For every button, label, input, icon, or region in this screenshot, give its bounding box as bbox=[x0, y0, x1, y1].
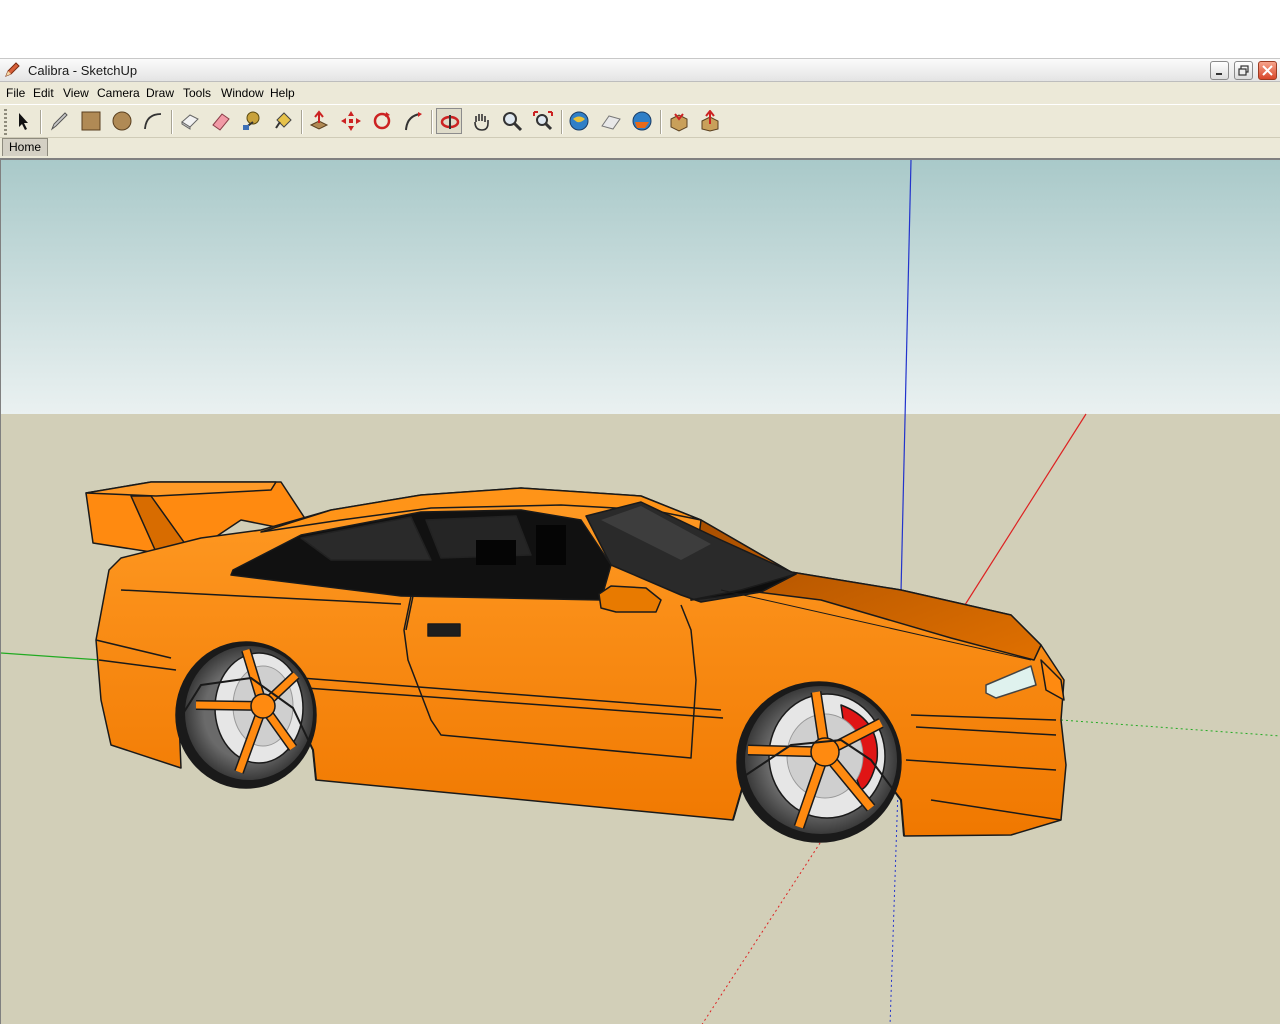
menu-bar: File Edit View Camera Draw Tools Window … bbox=[0, 83, 1280, 103]
zoom-tool-icon bbox=[503, 112, 523, 132]
share-model-button[interactable] bbox=[697, 108, 723, 134]
scene-tab-home[interactable]: Home bbox=[2, 138, 49, 156]
3d-viewport[interactable] bbox=[0, 158, 1280, 1024]
select-tool-button[interactable] bbox=[9, 108, 35, 134]
close-icon bbox=[1262, 65, 1273, 76]
model-scene bbox=[1, 160, 1280, 1024]
arc-tool-button[interactable] bbox=[140, 108, 166, 134]
minimize-button[interactable] bbox=[1210, 61, 1229, 80]
title-bar[interactable]: Calibra - SketchUp bbox=[0, 58, 1280, 82]
toolbar-separator bbox=[561, 110, 563, 134]
menu-tools[interactable]: Tools bbox=[183, 86, 211, 100]
rear-wheel bbox=[175, 641, 317, 789]
orbit-tool-icon bbox=[440, 115, 460, 129]
make-component-button[interactable] bbox=[177, 108, 203, 134]
rectangle-tool-button[interactable] bbox=[78, 108, 104, 134]
menu-view[interactable]: View bbox=[63, 86, 89, 100]
share-model-icon bbox=[701, 110, 719, 132]
toolbar-separator bbox=[301, 110, 303, 134]
rotate-tool-icon bbox=[373, 112, 391, 130]
close-button[interactable] bbox=[1258, 61, 1277, 80]
rectangle-tool-icon bbox=[81, 111, 101, 131]
place-model-icon bbox=[632, 111, 652, 131]
minimize-icon bbox=[1216, 73, 1222, 75]
follow-me-icon bbox=[405, 112, 422, 131]
toolbar-separator bbox=[171, 110, 173, 134]
rotate-tool-button[interactable] bbox=[369, 108, 395, 134]
move-tool-icon bbox=[341, 111, 361, 131]
zoom-tool-button[interactable] bbox=[499, 108, 525, 134]
zoom-extents-button[interactable] bbox=[530, 108, 556, 134]
tape-measure-icon bbox=[243, 111, 260, 130]
restore-button[interactable] bbox=[1234, 61, 1253, 80]
follow-me-button[interactable] bbox=[400, 108, 426, 134]
paint-bucket-button[interactable] bbox=[270, 108, 296, 134]
circle-tool-icon bbox=[112, 111, 132, 131]
menu-camera[interactable]: Camera bbox=[97, 86, 140, 100]
get-current-view-icon bbox=[569, 111, 589, 131]
menu-file[interactable]: File bbox=[6, 86, 25, 100]
pan-tool-icon bbox=[474, 114, 489, 131]
toolbar-grip[interactable] bbox=[4, 109, 7, 135]
toggle-terrain-icon bbox=[601, 115, 621, 130]
sketchup-pencil-icon bbox=[5, 62, 20, 77]
sky bbox=[1, 160, 1280, 414]
arc-tool-icon bbox=[144, 113, 162, 130]
get-current-view-button[interactable] bbox=[566, 108, 592, 134]
get-models-button[interactable] bbox=[666, 108, 692, 134]
getting-started-toolbar bbox=[0, 104, 1280, 138]
place-model-button[interactable] bbox=[629, 108, 655, 134]
menu-help[interactable]: Help bbox=[270, 86, 295, 100]
line-tool-icon bbox=[50, 112, 68, 131]
front-wheel bbox=[736, 681, 902, 843]
zoom-extents-icon bbox=[533, 111, 553, 131]
line-tool-button[interactable] bbox=[46, 108, 72, 134]
push-pull-button[interactable] bbox=[306, 108, 332, 134]
make-component-icon bbox=[181, 114, 199, 130]
eraser-tool-icon bbox=[212, 113, 230, 131]
toggle-terrain-button[interactable] bbox=[598, 108, 624, 134]
paint-bucket-icon bbox=[275, 112, 292, 129]
sketchup-window: Calibra - SketchUp File Edit View Camera… bbox=[0, 58, 1280, 1024]
orbit-tool-button[interactable] bbox=[436, 108, 462, 134]
restore-icon bbox=[1238, 65, 1249, 76]
menu-window[interactable]: Window bbox=[221, 86, 264, 100]
menu-edit[interactable]: Edit bbox=[33, 86, 54, 100]
toolbar-separator bbox=[40, 110, 42, 134]
move-tool-button[interactable] bbox=[338, 108, 364, 134]
toolbar-separator bbox=[660, 110, 662, 134]
scene-tabs: Home bbox=[0, 138, 1280, 157]
get-models-icon bbox=[670, 113, 688, 132]
window-title: Calibra - SketchUp bbox=[28, 63, 138, 78]
push-pull-icon bbox=[309, 110, 329, 130]
menu-draw[interactable]: Draw bbox=[146, 86, 174, 100]
select-tool-icon bbox=[19, 113, 28, 130]
tape-measure-button[interactable] bbox=[239, 108, 265, 134]
circle-tool-button[interactable] bbox=[109, 108, 135, 134]
pan-tool-button[interactable] bbox=[468, 108, 494, 134]
toolbar-separator bbox=[431, 110, 433, 134]
eraser-tool-button[interactable] bbox=[208, 108, 234, 134]
